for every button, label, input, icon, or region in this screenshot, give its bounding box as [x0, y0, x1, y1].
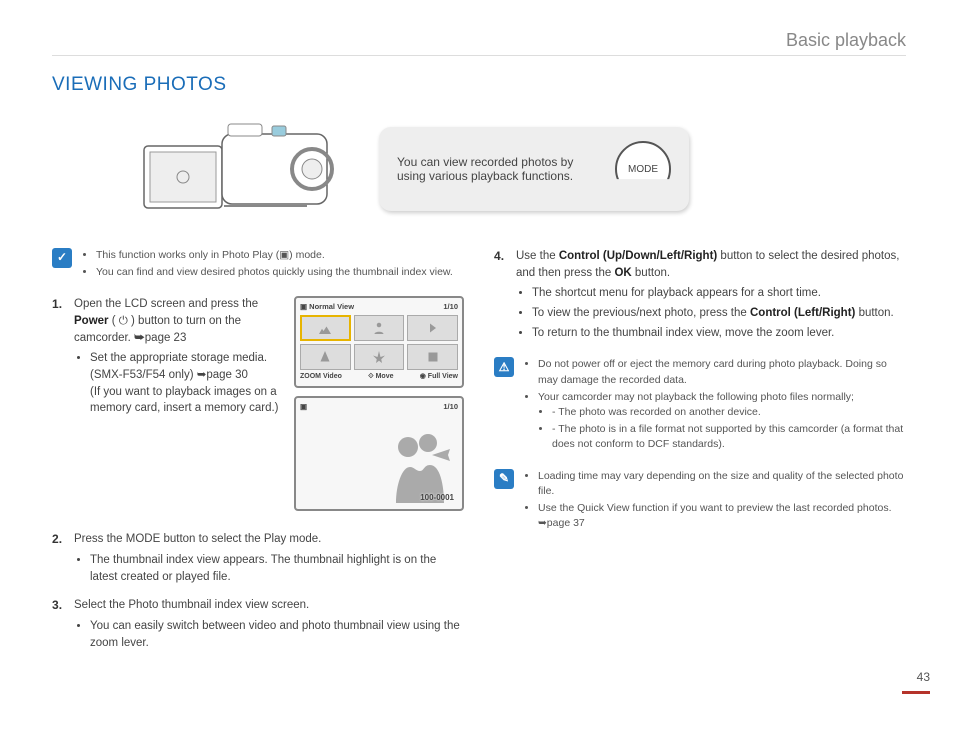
- left-column: ✓ This function works only in Photo Play…: [52, 248, 464, 663]
- step-sub: The thumbnail index view appears. The th…: [90, 552, 464, 585]
- lcd-previews: ▣ Normal View 1/10: [294, 296, 464, 519]
- step-sub: Set the appropriate storage media. (SMX-…: [90, 350, 280, 417]
- step-3: Select the Photo thumbnail index view sc…: [52, 597, 464, 651]
- callout-box: You can view recorded photos by using va…: [379, 127, 689, 211]
- warn-subitem: The photo was recorded on another device…: [552, 405, 906, 420]
- tip-item: Use the Quick View function if you want …: [538, 501, 906, 531]
- thumbnail: [354, 315, 405, 341]
- step-text: Select the Photo thumbnail index view sc…: [74, 599, 309, 611]
- warn-item: Your camcorder may not playback the foll…: [538, 390, 906, 453]
- step-sub: To view the previous/next photo, press t…: [532, 305, 906, 322]
- screen-footer: ZOOM Video: [300, 372, 342, 382]
- check-note-item: You can find and view desired photos qui…: [96, 265, 453, 280]
- step-bold: Power: [74, 315, 109, 327]
- thumbnail: [407, 315, 458, 341]
- content-columns: ✓ This function works only in Photo Play…: [52, 248, 906, 663]
- tip-icon: ✎: [494, 469, 514, 489]
- warn-subitem: The photo is in a file format not suppor…: [552, 422, 906, 452]
- step-text: Open the LCD screen and press the: [74, 298, 258, 310]
- check-icon: ✓: [52, 248, 72, 268]
- lcd-screen-grid: ▣ Normal View 1/10: [294, 296, 464, 388]
- step-sub: The shortcut menu for playback appears f…: [532, 285, 906, 302]
- step-bold: Control (Up/Down/Left/Right): [559, 250, 717, 262]
- step-text: button.: [632, 267, 670, 279]
- step-bold: OK: [614, 267, 631, 279]
- check-note-item: This function works only in Photo Play (…: [96, 248, 453, 263]
- tip-item: Loading time may vary depending on the s…: [538, 469, 906, 499]
- tip-note: ✎ Loading time may vary depending on the…: [494, 469, 906, 534]
- screen-counter: 1/10: [443, 402, 458, 413]
- screen-footer: ⟐ Move: [368, 372, 393, 382]
- warning-note: ⚠ Do not power off or eject the memory c…: [494, 357, 906, 454]
- file-number: 100-0001: [420, 492, 454, 504]
- step-4: Use the Control (Up/Down/Left/Right) but…: [494, 248, 906, 341]
- camcorder-illustration: [142, 114, 357, 224]
- thumbnail: [354, 344, 405, 370]
- warning-icon: ⚠: [494, 357, 514, 377]
- mode-button-illustration: MODE: [615, 141, 671, 197]
- page-number: 43: [917, 670, 930, 684]
- step-sub: You can easily switch between video and …: [90, 618, 464, 651]
- steps-list-left: Open the LCD screen and press the Power …: [52, 296, 464, 651]
- screen-mode-icon: ▣: [300, 402, 307, 413]
- screen-title: ▣ Normal View: [300, 302, 354, 313]
- step-text: Use the: [516, 250, 559, 262]
- step-sub: To return to the thumbnail index view, m…: [532, 325, 906, 342]
- thumbnail: [300, 344, 351, 370]
- check-note: ✓ This function works only in Photo Play…: [52, 248, 464, 282]
- hero-row: You can view recorded photos by using va…: [142, 114, 906, 224]
- warn-item: Do not power off or eject the memory car…: [538, 357, 906, 387]
- steps-list-right: Use the Control (Up/Down/Left/Right) but…: [494, 248, 906, 341]
- screen-footer: ◉ Full View: [420, 372, 458, 382]
- page-title: VIEWING PHOTOS: [52, 74, 906, 96]
- page-accent-bar: [902, 691, 930, 694]
- right-column: Use the Control (Up/Down/Left/Right) but…: [494, 248, 906, 663]
- step-2: Press the MODE button to select the Play…: [52, 531, 464, 585]
- screen-counter: 1/10: [443, 302, 458, 313]
- lcd-screen-single: ▣ 1/10 100-0001: [294, 396, 464, 511]
- thumbnail-active: [300, 315, 351, 341]
- thumbnail: [407, 344, 458, 370]
- step-1: Open the LCD screen and press the Power …: [52, 296, 464, 519]
- breadcrumb: Basic playback: [52, 30, 906, 56]
- callout-text: You can view recorded photos by using va…: [397, 155, 597, 183]
- step-text: Press the MODE button to select the Play…: [74, 533, 321, 545]
